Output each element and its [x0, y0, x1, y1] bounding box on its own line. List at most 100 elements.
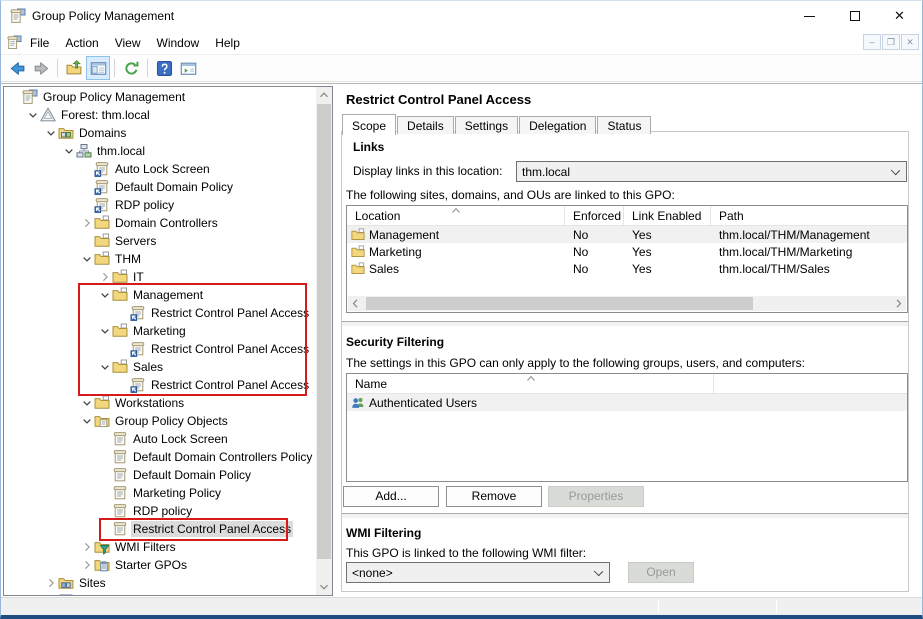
gpo-details-pane: Restrict Control Panel Access ScopeDetai…: [338, 86, 920, 593]
chevron-down-icon[interactable]: [98, 323, 112, 339]
chevron-right-icon[interactable]: [80, 215, 94, 231]
link-row-management[interactable]: ManagementNoYesthm.local/THM/Management: [347, 226, 907, 243]
chevron-down-icon[interactable]: [98, 359, 112, 375]
menu-view[interactable]: View: [107, 33, 149, 53]
tree-vertical-scrollbar[interactable]: [316, 87, 332, 595]
tab-scope[interactable]: Scope: [342, 114, 396, 135]
tree-item-thm-local[interactable]: thm.local: [4, 142, 316, 160]
tree-item-domain-controllers[interactable]: Domain Controllers: [4, 214, 316, 232]
chevron-right-icon[interactable]: [80, 539, 94, 555]
chevron-placeholder: [98, 485, 112, 501]
mdi-minimize-button[interactable]: –: [863, 34, 881, 50]
link-row-sales[interactable]: SalesNoYesthm.local/THM/Sales: [347, 260, 907, 277]
tree-item-sales[interactable]: Sales: [4, 358, 316, 376]
tree-item-group-policy-management[interactable]: Group Policy Management: [4, 88, 316, 106]
tree-item-it[interactable]: IT: [4, 268, 316, 286]
add-button[interactable]: Add...: [343, 486, 439, 507]
tree-item-starter-gpos[interactable]: Starter GPOs: [4, 556, 316, 574]
tree-item-management[interactable]: Management: [4, 286, 316, 304]
console-tree-toggle-button[interactable]: [86, 56, 110, 80]
column-header-path[interactable]: Path: [711, 206, 907, 225]
menu-window[interactable]: Window: [149, 33, 208, 53]
tree-item-forest-thm-local[interactable]: Forest: thm.local: [4, 106, 316, 124]
tree-item-default-domain-policy[interactable]: Default Domain Policy: [4, 466, 316, 484]
tree-item-auto-lock-screen[interactable]: Auto Lock Screen: [4, 160, 316, 178]
security-filtering-heading: Security Filtering: [346, 335, 444, 349]
remove-button[interactable]: Remove: [446, 486, 542, 507]
chevron-down-icon[interactable]: [80, 413, 94, 429]
tree-item-marketing[interactable]: Marketing: [4, 322, 316, 340]
new-window-button[interactable]: [176, 56, 200, 80]
chevron-right-icon[interactable]: [80, 557, 94, 573]
menu-action[interactable]: Action: [57, 33, 106, 53]
tree-item-rdp-policy[interactable]: RDP policy: [4, 502, 316, 520]
tree-item-default-domain-policy[interactable]: Default Domain Policy: [4, 178, 316, 196]
tree-item-marketing-policy[interactable]: Marketing Policy: [4, 484, 316, 502]
tree-item-restrict-control-panel-access[interactable]: Restrict Control Panel Access: [4, 340, 316, 358]
properties-button[interactable]: Properties: [548, 486, 644, 507]
open-button[interactable]: Open: [628, 562, 694, 583]
chevron-down-icon[interactable]: [26, 107, 40, 123]
tree-item-workstations[interactable]: Workstations: [4, 394, 316, 412]
chevron-down-icon[interactable]: [98, 287, 112, 303]
menu-file[interactable]: File: [22, 33, 57, 53]
scrollbar-thumb[interactable]: [366, 297, 753, 310]
gpo-link-icon: [130, 305, 146, 321]
location-combobox[interactable]: thm.local: [516, 161, 907, 182]
scroll-down-icon[interactable]: [316, 579, 332, 595]
chevron-placeholder: [80, 161, 94, 177]
forward-button[interactable]: [29, 56, 53, 80]
chevron-down-icon[interactable]: [80, 251, 94, 267]
tab-status[interactable]: Status: [597, 116, 651, 134]
link-row-marketing[interactable]: MarketingNoYesthm.local/THM/Marketing: [347, 243, 907, 260]
tree-item-rdp-policy[interactable]: RDP policy: [4, 196, 316, 214]
tree-item-sites[interactable]: Sites: [4, 574, 316, 592]
title-bar: Group Policy Management ✕: [1, 1, 922, 31]
tree-item-domains[interactable]: Domains: [4, 124, 316, 142]
tree-item-label: Marketing Policy: [131, 485, 223, 501]
chevron-down-icon[interactable]: [62, 143, 76, 159]
chevron-right-icon[interactable]: [98, 269, 112, 285]
cell-path: thm.local/THM/Marketing: [711, 243, 907, 260]
chevron-right-icon[interactable]: [44, 575, 58, 591]
tree-item-restrict-control-panel-access[interactable]: Restrict Control Panel Access: [4, 376, 316, 394]
help-button[interactable]: [152, 56, 176, 80]
column-header-link-enabled[interactable]: Link Enabled: [624, 206, 711, 225]
tab-delegation[interactable]: Delegation: [519, 116, 596, 134]
export-list-button[interactable]: [62, 56, 86, 80]
column-header-enforced[interactable]: Enforced: [565, 206, 624, 225]
location-value: thm.local: [522, 165, 570, 179]
tree-item-restrict-control-panel-access[interactable]: Restrict Control Panel Access: [4, 520, 316, 538]
chevron-down-icon[interactable]: [44, 125, 58, 141]
tree-item-label: IT: [131, 269, 146, 285]
wmi-filter-combobox[interactable]: <none>: [346, 562, 610, 583]
domains-folder-icon: [58, 125, 74, 141]
tab-details[interactable]: Details: [397, 116, 454, 134]
tree-item-partial[interactable]: [4, 592, 316, 595]
tree-item-restrict-control-panel-access[interactable]: Restrict Control Panel Access: [4, 304, 316, 322]
mdi-restore-button[interactable]: ❐: [882, 34, 900, 50]
refresh-button[interactable]: [119, 56, 143, 80]
close-button[interactable]: ✕: [877, 1, 922, 31]
tree-item-servers[interactable]: Servers: [4, 232, 316, 250]
back-button[interactable]: [5, 56, 29, 80]
arrow-right-icon: [33, 60, 50, 77]
tab-settings[interactable]: Settings: [455, 116, 518, 134]
scroll-up-icon[interactable]: [316, 87, 332, 103]
maximize-button[interactable]: [832, 1, 877, 31]
scroll-right-icon[interactable]: [891, 296, 906, 311]
scrollbar-thumb[interactable]: [317, 104, 331, 559]
mdi-close-button[interactable]: ✕: [901, 34, 919, 50]
chevron-down-icon[interactable]: [80, 395, 94, 411]
tree-item-auto-lock-screen[interactable]: Auto Lock Screen: [4, 430, 316, 448]
links-horizontal-scrollbar[interactable]: [348, 296, 906, 311]
tree-item-group-policy-objects[interactable]: Group Policy Objects: [4, 412, 316, 430]
security-row-authenticated-users[interactable]: Authenticated Users: [347, 394, 907, 411]
tree-item-label: Restrict Control Panel Access: [149, 305, 311, 321]
scroll-left-icon[interactable]: [348, 296, 363, 311]
tree-item-thm[interactable]: THM: [4, 250, 316, 268]
menu-help[interactable]: Help: [207, 33, 248, 53]
tree-item-default-domain-controllers-policy[interactable]: Default Domain Controllers Policy: [4, 448, 316, 466]
minimize-button[interactable]: [787, 1, 832, 31]
tree-item-wmi-filters[interactable]: WMI Filters: [4, 538, 316, 556]
